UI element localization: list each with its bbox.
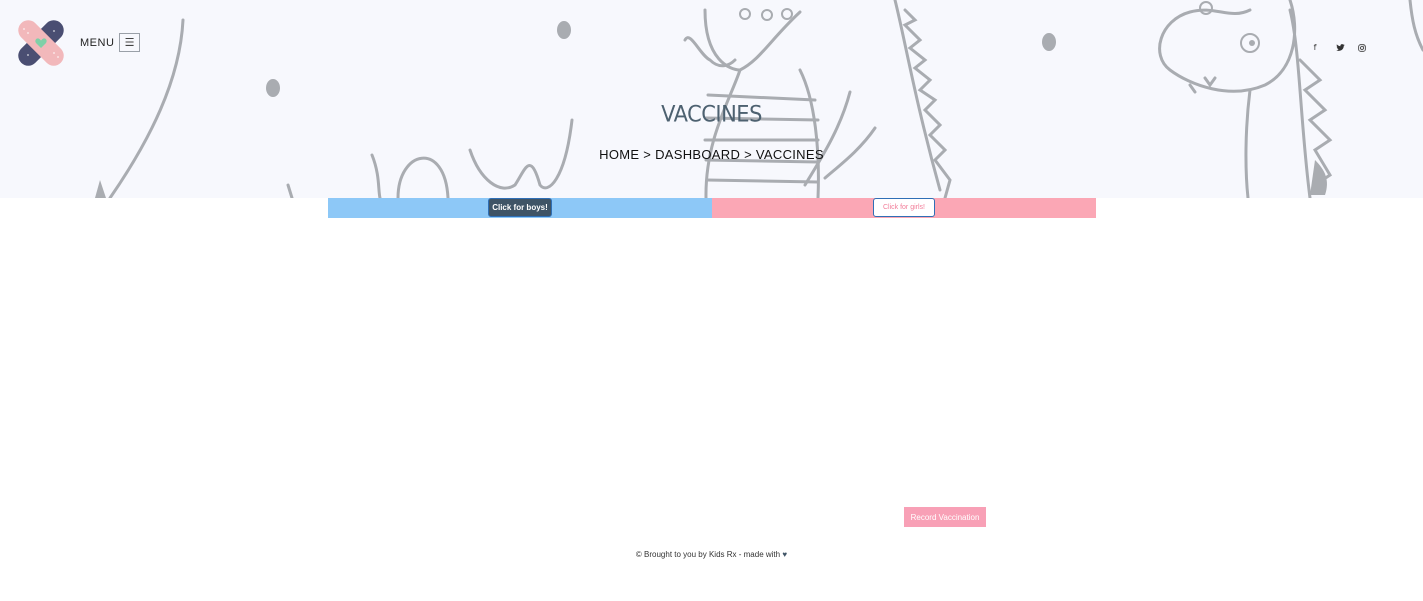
hamburger-icon: ☰ — [124, 36, 135, 49]
breadcrumb-dashboard[interactable]: DASHBOARD — [655, 147, 740, 162]
hamburger-menu-button[interactable]: ☰ — [119, 33, 140, 52]
boys-button[interactable]: Click for boys! — [488, 198, 552, 217]
girls-button[interactable]: Click for girls! — [873, 198, 935, 217]
record-vaccination-button[interactable]: Record Vaccination — [904, 507, 986, 527]
breadcrumb-separator: > — [643, 147, 652, 162]
footer: © Brought to you by Kids Rx - made with … — [0, 550, 1423, 559]
footer-text: © Brought to you by Kids Rx - made with — [635, 550, 781, 559]
boys-panel[interactable]: Click for boys! — [328, 198, 712, 218]
facebook-icon[interactable]: f — [1309, 42, 1321, 54]
instagram-icon[interactable] — [1356, 42, 1368, 54]
girls-panel[interactable]: Click for girls! — [712, 198, 1096, 218]
heart-icon: ♥ — [782, 550, 788, 559]
twitter-icon[interactable] — [1334, 42, 1346, 54]
band-aid-logo[interactable] — [14, 17, 68, 69]
breadcrumb-separator: > — [744, 147, 752, 162]
breadcrumb-current: VACCINES — [755, 147, 824, 162]
breadcrumb: HOME > DASHBOARD > VACCINES — [0, 147, 1423, 162]
hero-banner: MENU ☰ f VACCINES HOME > DASHBOARD > VAC… — [0, 0, 1423, 198]
gender-tab-bar: Click for boys! Click for girls! — [328, 198, 1096, 218]
menu-label[interactable]: MENU — [80, 37, 114, 49]
dinosaur-doodles — [95, 0, 1423, 198]
page-title: VACCINES — [661, 101, 762, 127]
breadcrumb-home[interactable]: HOME — [599, 147, 639, 162]
